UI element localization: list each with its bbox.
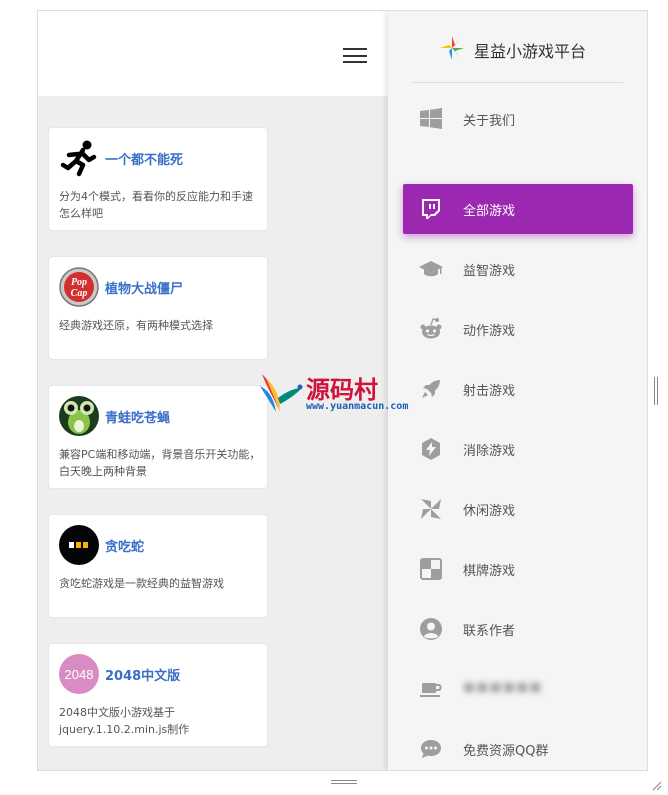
- nav-item-board[interactable]: 棋牌游戏: [403, 544, 633, 594]
- menu-toggle-button[interactable]: [343, 48, 367, 65]
- hexagon-bolt-icon: [419, 437, 443, 461]
- game-2048-icon: 2048: [59, 654, 99, 694]
- watermark-text: 源码村: [306, 375, 378, 404]
- grip-line: [331, 780, 357, 781]
- windows-icon: [419, 107, 443, 131]
- side-drawer: 星益小游戏平台 关于我们 全部游戏 益智游戏 动作游戏 射击游戏 消除游戏 休闲…: [388, 11, 647, 770]
- watermark-url: www.yuanmacun.com: [306, 401, 409, 412]
- popcap-logo-icon: Pop Cap: [59, 267, 99, 307]
- star-logo-icon: [438, 34, 466, 62]
- twitch-icon: [419, 197, 443, 221]
- game-description: 兼容PC端和移动端，背景音乐开关功能，白天晚上两种背景: [59, 448, 261, 478]
- game-description: 贪吃蛇游戏是一款经典的益智游戏: [59, 577, 224, 590]
- rocket-icon: [419, 377, 443, 401]
- graduation-cap-icon: [419, 257, 443, 281]
- popcap-logo-text: Pop: [71, 277, 87, 288]
- handle-line: [657, 377, 658, 405]
- game-card[interactable]: 一个都不能死 分为4个模式，看看你的反应能力和手速怎么样吧: [48, 127, 268, 231]
- game-title[interactable]: 一个都不能死: [105, 149, 183, 168]
- popcap-logo-text: Cap: [71, 288, 88, 299]
- coffee-cup-icon: [419, 677, 443, 701]
- hamburger-bar: [343, 48, 367, 50]
- nav-label: 益智游戏: [463, 264, 516, 279]
- nav-label: 免费资源QQ群: [463, 744, 549, 759]
- bottom-resize-grip[interactable]: [331, 780, 357, 786]
- chat-bubble-icon: [419, 737, 443, 761]
- hamburger-bar: [343, 61, 367, 63]
- game-title[interactable]: 植物大战僵尸: [105, 278, 183, 297]
- nav-label: 射击游戏: [463, 384, 516, 399]
- nav-label: 棋牌游戏: [463, 564, 516, 579]
- running-man-icon: [59, 138, 99, 178]
- game-card[interactable]: 2048 2048中文版 2048中文版小游戏基于jquery.1.10.2.m…: [48, 643, 268, 747]
- game-card[interactable]: 贪吃蛇 贪吃蛇游戏是一款经典的益智游戏: [48, 514, 268, 618]
- nav-item-casual[interactable]: 休闲游戏: [403, 484, 633, 534]
- splitter-handle[interactable]: [654, 377, 660, 405]
- nav-item-puzzle[interactable]: 益智游戏: [403, 244, 633, 294]
- pinwheel-icon: [419, 497, 443, 521]
- nav-item-about[interactable]: 关于我们: [403, 94, 633, 144]
- resize-corner-icon[interactable]: [652, 776, 662, 791]
- nav-item-shooting[interactable]: 射击游戏: [403, 364, 633, 414]
- game-2048-logo-text: 2048: [65, 667, 94, 682]
- nav-item-match[interactable]: 消除游戏: [403, 424, 633, 474]
- game-description: 分为4个模式，看看你的反应能力和手速怎么样吧: [59, 190, 253, 220]
- nav-label: 休闲游戏: [463, 504, 516, 519]
- nav-item-action[interactable]: 动作游戏: [403, 304, 633, 354]
- game-description: 经典游戏还原，有两种模式选择: [59, 319, 213, 332]
- nav-label: 消除游戏: [463, 444, 516, 459]
- nav-item-qq-group[interactable]: 免费资源QQ群: [403, 724, 633, 770]
- game-title[interactable]: 青蛙吃苍蝇: [105, 407, 170, 426]
- checkerboard-icon: [419, 557, 443, 581]
- frog-icon: [59, 396, 99, 436]
- game-description: 2048中文版小游戏基于jquery.1.10.2.min.js制作: [59, 706, 190, 736]
- bird-logo-icon: [260, 374, 303, 412]
- watermark: 源码村 www.yuanmacun.com: [258, 368, 408, 418]
- nav-label: ■■■■■■: [463, 680, 543, 695]
- game-title[interactable]: 贪吃蛇: [105, 536, 144, 555]
- nav-label: 全部游戏: [463, 204, 516, 219]
- hamburger-bar: [343, 54, 367, 57]
- snake-icon: [59, 525, 99, 565]
- divider: [411, 82, 623, 83]
- brand-name: 星益小游戏平台: [474, 42, 587, 61]
- user-circle-icon: [419, 617, 443, 641]
- nav-item-all-games[interactable]: 全部游戏: [403, 184, 633, 234]
- nav-label: 联系作者: [463, 624, 516, 639]
- game-card[interactable]: Pop Cap 植物大战僵尸 经典游戏还原，有两种模式选择: [48, 256, 268, 360]
- nav-item-donate[interactable]: ■■■■■■: [403, 664, 633, 714]
- game-title[interactable]: 2048中文版: [105, 665, 180, 684]
- top-header: [38, 11, 388, 96]
- reddit-icon: [419, 317, 443, 341]
- nav-label: 动作游戏: [463, 324, 516, 339]
- nav-item-contact[interactable]: 联系作者: [403, 604, 633, 654]
- nav-label: 关于我们: [463, 114, 516, 129]
- handle-line: [654, 377, 655, 405]
- grip-line: [331, 783, 357, 784]
- game-card[interactable]: 青蛙吃苍蝇 兼容PC端和移动端，背景音乐开关功能，白天晚上两种背景: [48, 385, 268, 489]
